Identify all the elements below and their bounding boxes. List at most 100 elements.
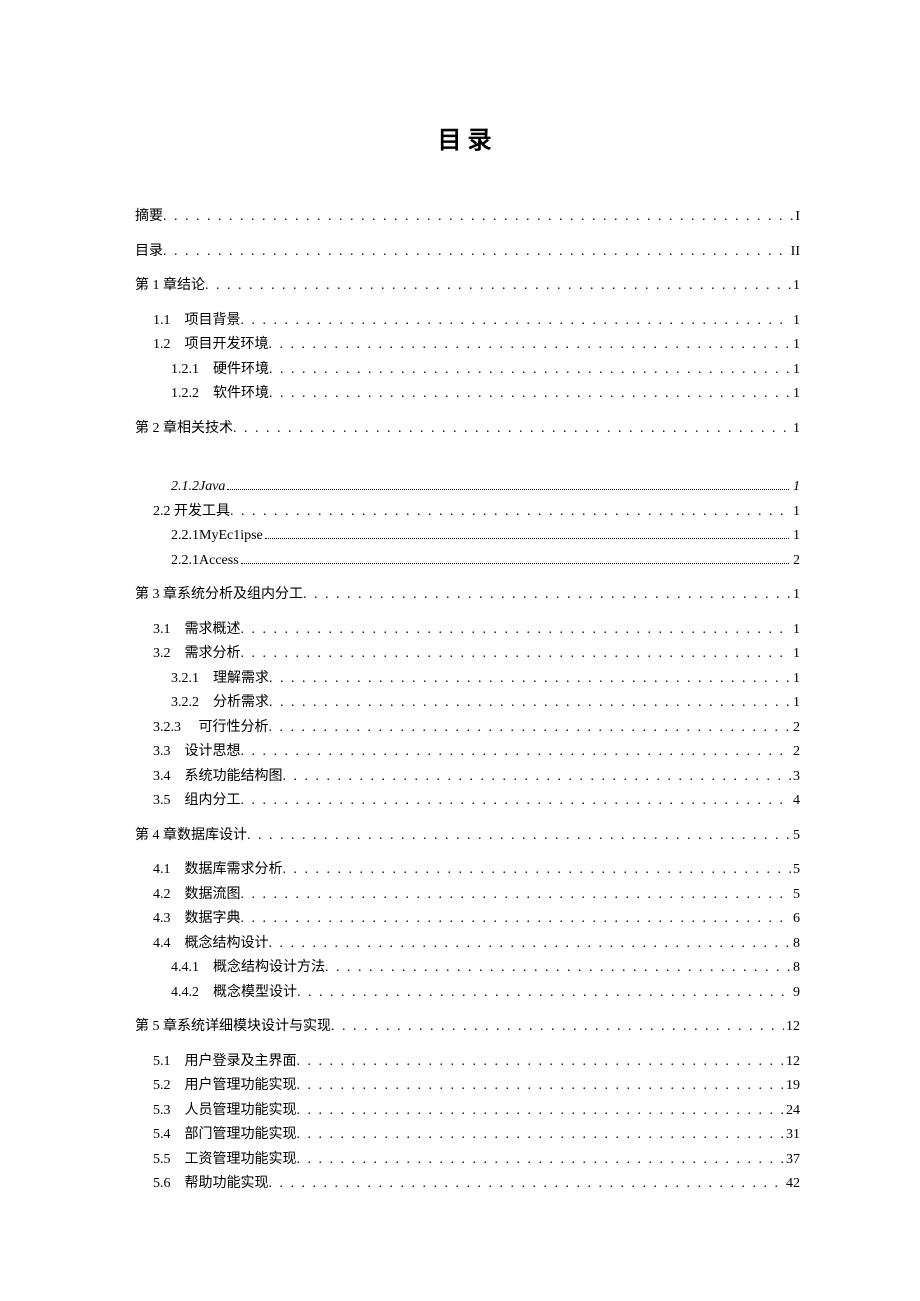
toc-entry-page: 1 [791,274,800,299]
toc-entry-page: 1 [791,475,800,500]
toc-entry-label: 3.2 需求分析 [153,642,241,667]
toc-entry-page: 1 [791,691,800,716]
toc-entry-label: 2.2 开发工具 [153,500,230,525]
toc-entry-page: 2 [791,716,800,741]
toc-leader-dots [269,932,792,957]
toc-entry: 摘要 I [135,205,800,230]
toc-entry: 4.4.1 概念结构设计方法8 [135,956,800,981]
toc-entry-page: 1 [791,382,800,407]
toc-entry-label: 5.3 人员管理功能实现 [153,1099,297,1124]
toc-leader-dots [283,858,792,883]
toc-entry-page: 24 [784,1099,800,1124]
toc-entry-page: 1 [791,358,800,383]
toc-entry-label: 5.2 用户管理功能实现 [153,1074,297,1099]
toc-entry-label: 5.4 部门管理功能实现 [153,1123,297,1148]
toc-entry: 第 4 章数据库设计 5 [135,824,800,849]
toc-entry-page: 1 [791,642,800,667]
toc-leader-dots [241,907,792,932]
toc-entry: 2.2.1Access 2 [135,549,800,574]
toc-entry: 5.3 人员管理功能实现 24 [135,1099,800,1124]
toc-entry-label: 3.1 需求概述 [153,618,241,643]
toc-entry: 第 1 章结论 1 [135,274,800,299]
toc-leader-dots [241,309,792,334]
toc-leader-dots [247,824,791,849]
toc-leader-dots [241,550,789,564]
toc-entry-label: 1.2 项目开发环境 [153,333,269,358]
toc-entry-label: 3.3 设计思想 [153,740,241,765]
toc-entry-page: II [789,240,800,265]
toc-entry-page: 1 [791,500,800,525]
toc-leader-dots [205,274,791,299]
toc-entry-page: 3 [791,765,800,790]
toc-entry: 1.2.2 软件环境 1 [135,382,800,407]
toc-leader-dots [297,981,791,1006]
toc-leader-dots [241,642,792,667]
toc-entry-label: 3.2.2 分析需求 [171,691,269,716]
toc-leader-dots [269,358,791,383]
toc-entry-page: 1 [791,417,800,442]
toc-entry-label: 3.2.1 理解需求 [171,667,269,692]
toc-entry-page: 31 [784,1123,800,1148]
toc-entry-label: 第 3 章系统分析及组内分工 [135,583,303,608]
toc-entry: 1.1 项目背景 1 [135,309,800,334]
toc-entry: 4.4 概念结构设计 8 [135,932,800,957]
toc-leader-dots [233,417,791,442]
toc-leader-dots [269,1172,785,1197]
toc-entry: 2.1.2Java 1 [135,475,800,500]
toc-entry-label: 4.2 数据流图 [153,883,241,908]
toc-entry-page: 5 [791,858,800,883]
toc-entry-page: 42 [784,1172,800,1197]
toc-leader-dots [269,667,791,692]
toc-entry: 第 2 章相关技术 1 [135,417,800,442]
toc-leader-dots [265,525,789,539]
toc-entry-page: 1 [791,667,800,692]
toc-leader-dots [241,789,792,814]
toc-entry-page: 19 [784,1074,800,1099]
toc-entry-page: 8 [791,956,800,981]
toc-entry: 第 5 章系统详细模块设计与实现 12 [135,1015,800,1040]
toc-entry: 5.6 帮助功能实现 42 [135,1172,800,1197]
toc-entry-page: 2 [791,740,800,765]
toc-leader-dots [269,691,791,716]
toc-entry-page: 1 [791,618,800,643]
toc-entry-label: 5.6 帮助功能实现 [153,1172,269,1197]
toc-leader-dots [297,1074,785,1099]
toc-leader-dots [163,205,793,230]
toc-body: 摘要 I目录II第 1 章结论 11.1 项目背景11.2 项目开发环境11.2… [135,205,800,1197]
toc-entry-page: 12 [784,1050,800,1075]
toc-entry: 4.2 数据流图 5 [135,883,800,908]
toc-entry: 5.2 用户管理功能实现 19 [135,1074,800,1099]
toc-leader-dots [297,1050,785,1075]
toc-leader-dots [241,883,792,908]
toc-entry: 3.2.2 分析需求 1 [135,691,800,716]
toc-entry: 4.4.2 概念模型设计 9 [135,981,800,1006]
toc-entry-page: 4 [791,789,800,814]
toc-entry: 5.4 部门管理功能实现 31 [135,1123,800,1148]
toc-entry-label: 1.1 项目背景 [153,309,241,334]
toc-entry-page: 5 [791,824,800,849]
toc-entry-label: 第 4 章数据库设计 [135,824,247,849]
toc-entry: 3.3 设计思想 2 [135,740,800,765]
toc-leader-dots [325,956,791,981]
toc-entry-page: 1 [791,583,800,608]
toc-entry-page: 5 [791,883,800,908]
toc-leader-dots [331,1015,784,1040]
toc-entry-label: 4.3 数据字典 [153,907,241,932]
toc-entry: 3.2.1 理解需求 1 [135,667,800,692]
toc-leader-dots [297,1099,785,1124]
toc-entry-label: 1.2.2 软件环境 [171,382,269,407]
toc-leader-dots [241,740,792,765]
toc-leader-dots [283,765,792,790]
toc-entry-page: 9 [791,981,800,1006]
toc-entry-page: 37 [784,1148,800,1173]
toc-title: 目录 [135,120,800,155]
toc-entry-page: 1 [791,309,800,334]
toc-entry: 4.3 数据字典 6 [135,907,800,932]
toc-entry-label: 第 1 章结论 [135,274,205,299]
toc-entry: 2.2.1MyEc1ipse 1 [135,524,800,549]
toc-entry: 3.4 系统功能结构图 3 [135,765,800,790]
toc-leader-dots [297,1123,785,1148]
toc-entry-page: 1 [791,333,800,358]
toc-entry-page: 12 [784,1015,800,1040]
toc-entry-label: 第 2 章相关技术 [135,417,233,442]
